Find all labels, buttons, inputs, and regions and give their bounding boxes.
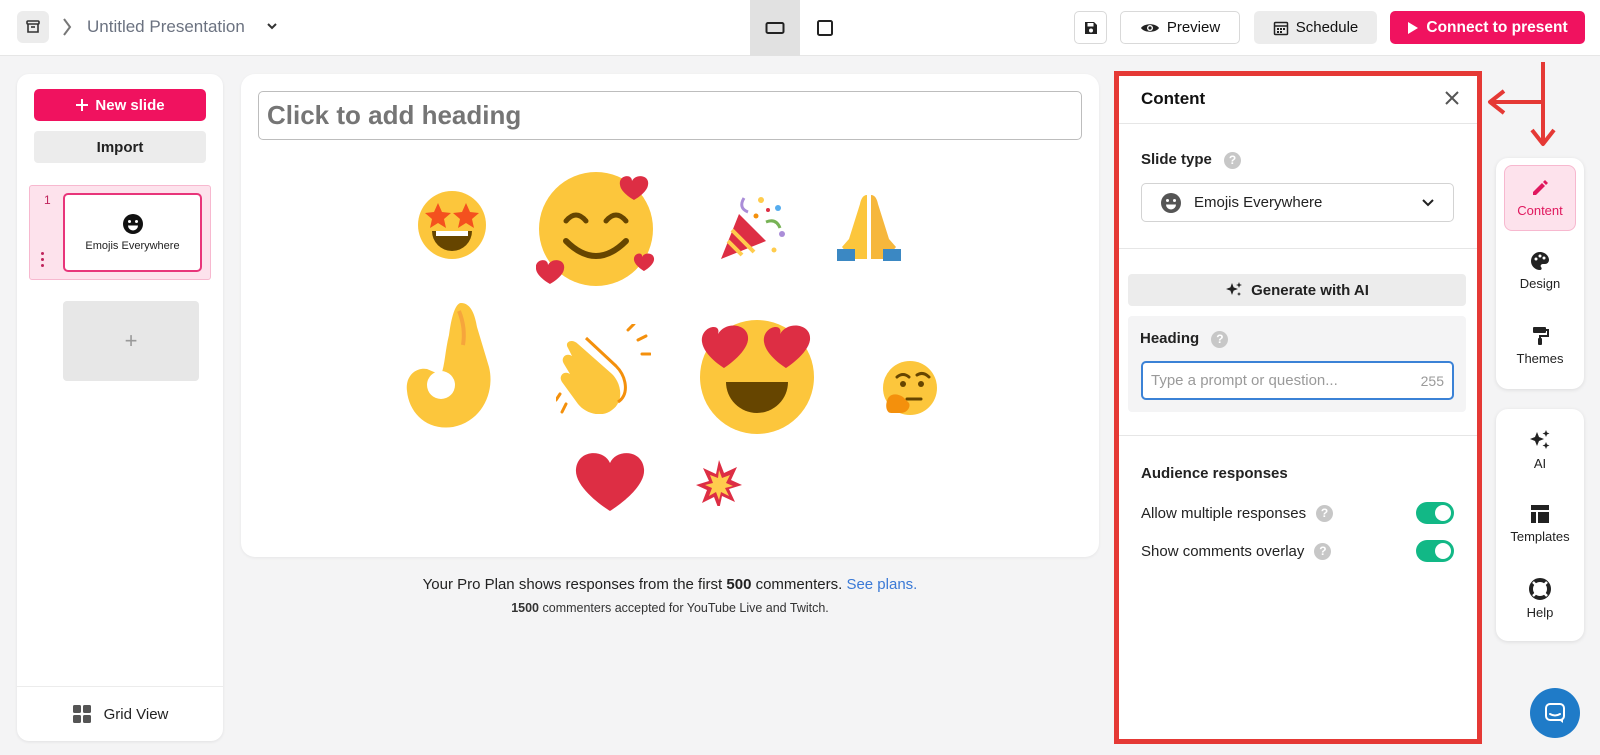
square-icon bbox=[817, 20, 833, 36]
allow-multiple-responses-toggle[interactable] bbox=[1416, 502, 1454, 524]
clapping-hands-emoji-icon bbox=[556, 324, 651, 414]
chat-icon bbox=[1545, 703, 1565, 723]
widescreen-view-button[interactable] bbox=[750, 0, 800, 56]
help-icon[interactable]: ? bbox=[1211, 330, 1229, 348]
templates-icon bbox=[1531, 505, 1549, 523]
heading-section: Heading ? Type a prompt or question... 2… bbox=[1128, 316, 1466, 412]
archive-icon bbox=[26, 20, 40, 33]
sparkles-icon bbox=[1226, 282, 1243, 296]
pencil-icon bbox=[1533, 180, 1548, 195]
calendar-icon bbox=[1273, 21, 1288, 35]
connect-to-present-button[interactable]: Connect to present bbox=[1390, 11, 1585, 44]
import-button[interactable]: Import bbox=[34, 131, 206, 163]
slide-canvas bbox=[241, 74, 1099, 557]
emoji-collage bbox=[241, 144, 1099, 554]
side-toolbar-secondary: AI Templates Help bbox=[1496, 409, 1584, 641]
add-slide-placeholder[interactable]: + bbox=[63, 301, 199, 381]
preview-button[interactable]: Preview bbox=[1120, 11, 1240, 44]
thinking-face-emoji-icon bbox=[883, 361, 937, 415]
slide-thumbnail-label: Emojis Everywhere bbox=[85, 240, 180, 252]
more-options-icon[interactable] bbox=[41, 252, 44, 267]
paint-roller-icon bbox=[1533, 327, 1549, 345]
tool-design[interactable]: Design bbox=[1504, 238, 1576, 304]
lifebuoy-icon bbox=[1529, 578, 1551, 600]
red-heart-emoji-icon bbox=[575, 453, 645, 511]
tool-templates[interactable]: Templates bbox=[1504, 491, 1576, 557]
audience-responses-heading: Audience responses bbox=[1141, 465, 1288, 482]
star-struck-emoji-icon bbox=[418, 191, 486, 259]
save-icon bbox=[1084, 21, 1097, 34]
collision-emoji-icon bbox=[696, 460, 742, 506]
heading-input-placeholder: Type a prompt or question... bbox=[1151, 372, 1338, 389]
grid-icon bbox=[72, 705, 91, 723]
slide-type-select[interactable]: Emojis Everywhere bbox=[1141, 183, 1454, 222]
chevron-down-icon[interactable] bbox=[266, 21, 278, 31]
smiley-icon bbox=[1161, 192, 1181, 213]
new-slide-button[interactable]: New slide bbox=[34, 89, 206, 121]
tool-help[interactable]: Help bbox=[1504, 566, 1576, 632]
smiley-icon bbox=[122, 214, 143, 234]
schedule-button[interactable]: Schedule bbox=[1254, 11, 1377, 44]
slide-type-value: Emojis Everywhere bbox=[1194, 194, 1323, 211]
smiling-face-with-hearts-emoji-icon bbox=[536, 172, 655, 286]
slide-number: 1 bbox=[44, 193, 51, 207]
archive-icon-button[interactable] bbox=[17, 11, 49, 43]
panel-title: Content bbox=[1141, 89, 1206, 108]
widescreen-icon bbox=[765, 22, 785, 34]
divider bbox=[1114, 248, 1480, 249]
square-view-button[interactable] bbox=[800, 0, 850, 56]
plus-icon bbox=[76, 99, 89, 111]
chevron-down-icon bbox=[1422, 198, 1434, 206]
tool-ai[interactable]: AI bbox=[1504, 417, 1576, 483]
show-comments-overlay-row: Show comments overlay ? bbox=[1141, 540, 1454, 562]
annotation-arrows-icon bbox=[1488, 62, 1556, 146]
grid-view-button[interactable]: Grid View bbox=[17, 686, 223, 741]
slide-type-label: Slide type ? bbox=[1141, 151, 1242, 169]
allow-multiple-responses-row: Allow multiple responses ? bbox=[1141, 502, 1454, 524]
slide-thumbnail[interactable]: Emojis Everywhere bbox=[63, 193, 202, 272]
slide-heading-input[interactable] bbox=[258, 91, 1082, 140]
help-icon[interactable]: ? bbox=[1224, 151, 1242, 169]
see-plans-link[interactable]: See plans. bbox=[846, 576, 917, 593]
close-icon[interactable] bbox=[1444, 90, 1460, 106]
heading-prompt-input[interactable]: Type a prompt or question... 255 bbox=[1141, 361, 1454, 400]
tool-content[interactable]: Content bbox=[1504, 165, 1576, 231]
save-button[interactable] bbox=[1074, 11, 1107, 44]
palette-icon bbox=[1531, 252, 1549, 270]
tool-themes[interactable]: Themes bbox=[1504, 313, 1576, 379]
side-toolbar: Content Design Themes bbox=[1496, 158, 1584, 389]
ok-hand-emoji-icon bbox=[406, 303, 491, 428]
breadcrumb-chevron-icon bbox=[63, 18, 72, 36]
help-icon[interactable]: ? bbox=[1314, 542, 1332, 560]
character-limit: 255 bbox=[1420, 372, 1444, 389]
content-panel: Content Slide type ? Emojis Everywhere G… bbox=[1114, 72, 1480, 743]
folded-hands-emoji-icon bbox=[837, 195, 901, 261]
heart-eyes-emoji-icon bbox=[700, 320, 814, 434]
show-comments-overlay-toggle[interactable] bbox=[1416, 540, 1454, 562]
top-bar: Untitled Presentation Preview Schedule C… bbox=[0, 0, 1600, 56]
generate-with-ai-button[interactable]: Generate with AI bbox=[1128, 274, 1466, 306]
party-popper-emoji-icon bbox=[721, 197, 785, 259]
heading-label: Heading ? bbox=[1140, 330, 1229, 348]
plan-notice: Your Pro Plan shows responses from the f… bbox=[422, 576, 918, 593]
play-icon bbox=[1408, 21, 1419, 34]
help-icon[interactable]: ? bbox=[1316, 504, 1334, 522]
sparkles-icon bbox=[1530, 430, 1550, 449]
divider bbox=[1114, 435, 1480, 436]
eye-icon bbox=[1140, 23, 1159, 32]
content-panel-header: Content bbox=[1114, 72, 1480, 124]
slides-sidebar: New slide Import 1 Emojis Everywhere + G… bbox=[17, 74, 223, 741]
slide-list-item[interactable]: 1 Emojis Everywhere bbox=[29, 185, 211, 280]
presentation-title[interactable]: Untitled Presentation bbox=[87, 17, 245, 37]
commenters-notice: 1500 commenters accepted for YouTube Liv… bbox=[511, 601, 829, 615]
chat-support-button[interactable] bbox=[1530, 688, 1580, 738]
